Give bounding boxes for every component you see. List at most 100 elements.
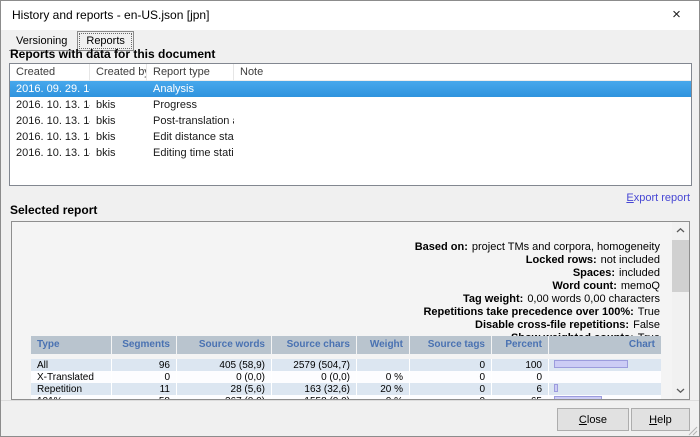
stat-column-header-chart: Chart [548,336,661,354]
report-cell-created: 2016. 10. 13. 14:40 [10,113,90,129]
stat-cell-source_tags: 0 [409,371,491,383]
setting-label: Spaces: [573,267,615,279]
stat-cell-source_words: 28 (5,6) [176,383,271,395]
report-cell-created: 2016. 09. 29. 14:30 [10,81,90,97]
footer: Close Help [1,400,699,436]
setting-repetitions-take-precedence-over-100: Repetitions take precedence over 100%: Tr… [415,306,660,319]
report-settings: Based on:project TMs and corpora, homoge… [415,241,660,345]
column-header-note[interactable]: Note [234,64,691,81]
report-statistics-table: TypeSegmentsSource wordsSource charsWeig… [31,336,661,400]
report-cell-report_type: Post-translation analysis [147,113,234,129]
stat-column-header-source-tags: Source tags [409,336,491,354]
report-cell-note [234,113,691,129]
close-icon: × [672,6,681,23]
stat-column-header-source-chars: Source chars [271,336,356,354]
stat-cell-percent: 100 [491,359,548,371]
report-cell-created_by [90,81,147,97]
report-cell-note [234,129,691,145]
setting-label: Locked rows: [526,254,597,266]
report-row-edit-distance-statistics[interactable]: 2016. 10. 13. 14:40bkisEdit distance sta… [10,129,691,145]
percent-bar [554,384,558,392]
setting-label: Tag weight: [463,293,523,305]
stat-column-header-source-words: Source words [176,336,271,354]
reports-list: CreatedCreated byReport typeNote 2016. 0… [9,63,692,186]
report-cell-created_by: bkis [90,113,147,129]
report-table-header: TypeSegmentsSource wordsSource charsWeig… [31,336,661,354]
stat-row-x-translated: X-Translated00 (0,0)0 (0,0)0 %00 [31,371,661,383]
report-row-editing-time-statistics[interactable]: 2016. 10. 13. 14:40bkisEditing time stat… [10,145,691,161]
report-row-progress[interactable]: 2016. 10. 13. 14:39bkisProgress [10,97,691,113]
report-cell-note [234,145,691,161]
stat-cell-segments: 96 [111,359,176,371]
report-cell-created_by: bkis [90,97,147,113]
reports-list-body: 2016. 09. 29. 14:30Analysis2016. 10. 13.… [10,81,691,161]
stat-cell-weight: 0 % [356,371,409,383]
stat-cell-percent: 0 [491,371,548,383]
percent-bar [554,360,628,368]
stat-column-header-percent: Percent [491,336,548,354]
window-close-button[interactable]: × [654,1,699,30]
titlebar: History and reports - en-US.json [jpn] × [1,1,699,30]
report-cell-report_type: Editing time statistics [147,145,234,161]
stat-cell-chart [548,371,661,383]
setting-value: 0,00 words 0,00 characters [527,293,660,305]
stat-cell-source_tags: 0 [409,359,491,371]
report-cell-created_by: bkis [90,145,147,161]
stat-cell-segments: 0 [111,371,176,383]
column-header-report-type[interactable]: Report type [147,64,234,81]
stat-cell-type: X-Translated [31,371,111,383]
stat-cell-type: All [31,359,111,371]
report-cell-created_by: bkis [90,129,147,145]
stat-cell-type: Repetition [31,383,111,395]
reports-section-heading: Reports with data for this document [10,47,215,61]
report-row-post-translation-analysis[interactable]: 2016. 10. 13. 14:40bkisPost-translation … [10,113,691,129]
stat-column-header-weight: Weight [356,336,409,354]
export-report-link[interactable]: Export report [626,192,690,204]
stat-cell-chart [548,359,661,371]
setting-disable-cross-file-repetitions: Disable cross-file repetitions:False [415,319,660,332]
stat-cell-source_words: 405 (58,9) [176,359,271,371]
setting-spaces: Spaces:included [415,267,660,280]
stat-cell-source_chars: 2579 (504,7) [271,359,356,371]
setting-word-count: Word count: memoQ [415,280,660,293]
scroll-up-icon[interactable] [672,222,689,239]
report-table-body: All96405 (58,9)2579 (504,7)0100X-Transla… [31,359,661,400]
history-and-reports-dialog: History and reports - en-US.json [jpn] ×… [0,0,700,437]
setting-value: project TMs and corpora, homogeneity [472,241,660,253]
stat-cell-source_tags: 0 [409,383,491,395]
stat-cell-weight: 20 % [356,383,409,395]
setting-label: Disable cross-file repetitions: [475,319,629,331]
report-cell-created: 2016. 10. 13. 14:40 [10,129,90,145]
close-button[interactable]: Close [557,408,629,431]
setting-label: Word count: [552,280,617,292]
setting-value: True [638,306,660,318]
scrollbar-thumb[interactable] [672,240,689,292]
column-header-created-by[interactable]: Created by [90,64,147,81]
setting-based-on: Based on:project TMs and corpora, homoge… [415,241,660,254]
report-row-analysis[interactable]: 2016. 09. 29. 14:30 Analysis [10,81,691,97]
stat-row-repetition: Repetition1128 (5,6)163 (32,6)20 %06 [31,383,661,395]
setting-label: Repetitions take precedence over 100%: [423,306,633,318]
stat-cell-segments: 11 [111,383,176,395]
setting-value: not included [601,254,660,266]
report-cell-report_type: Edit distance statistics [147,129,234,145]
stat-cell-chart [548,383,661,395]
stat-cell-weight [356,359,409,371]
panel-scrollbar[interactable] [672,222,689,399]
help-button[interactable]: Help [631,408,690,431]
stat-cell-source_chars: 0 (0,0) [271,371,356,383]
report-cell-report_type: Analysis [147,81,234,97]
stat-cell-source_words: 0 (0,0) [176,371,271,383]
selected-report-panel: Based on:project TMs and corpora, homoge… [11,221,690,400]
setting-value: memoQ [621,280,660,292]
report-cell-created: 2016. 10. 13. 14:39 [10,97,90,113]
window-title: History and reports - en-US.json [jpn] [12,8,209,22]
selected-report-heading: Selected report [10,203,97,217]
stat-cell-source_chars: 163 (32,6) [271,383,356,395]
report-cell-note [234,97,691,113]
resize-grip[interactable] [686,423,698,435]
scroll-down-icon[interactable] [672,382,689,399]
report-cell-report_type: Progress [147,97,234,113]
column-header-created[interactable]: Created [10,64,90,81]
stat-column-header-segments: Segments [111,336,176,354]
